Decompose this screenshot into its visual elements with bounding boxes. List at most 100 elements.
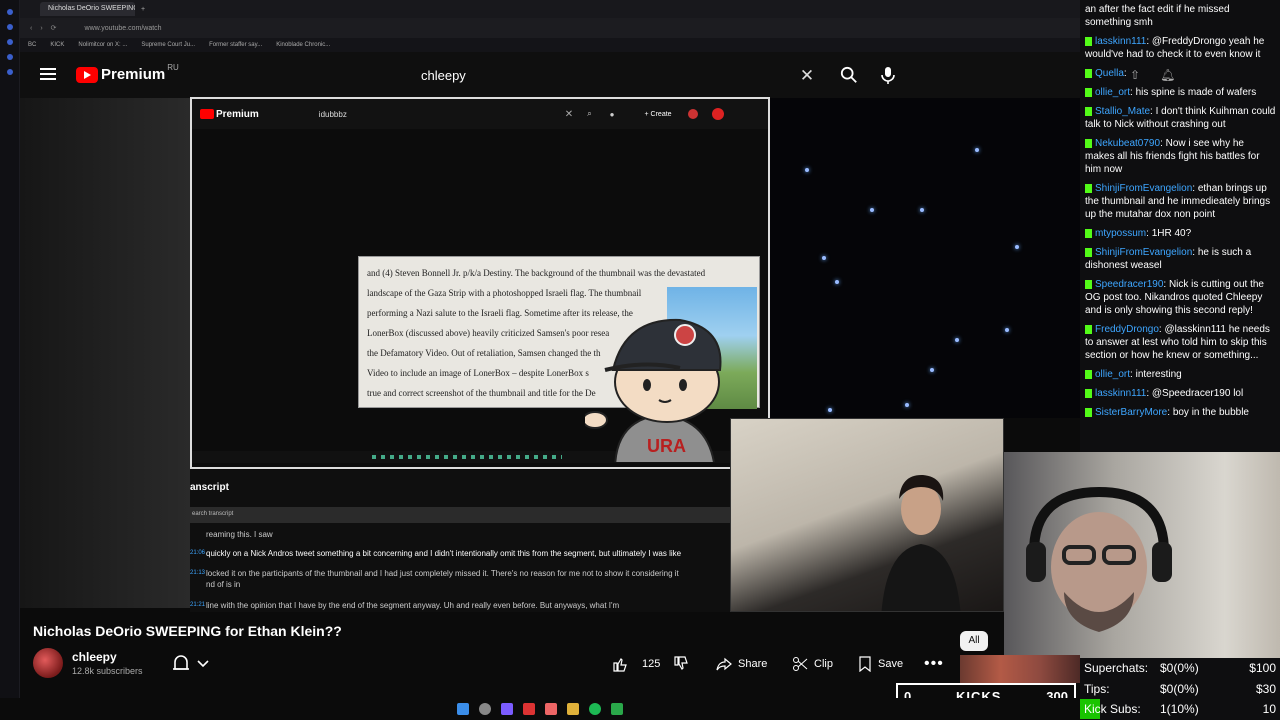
share-button[interactable]: Share [716,651,767,677]
bell-icon[interactable]: 🔔︎ [1160,68,1195,82]
transcript-text: locked it on the participants of the thu… [206,569,679,578]
chat-username[interactable]: SisterBarryMore [1095,407,1167,418]
chat-message: Stallio_Mate: I don't think Kuihman coul… [1085,106,1276,130]
transcript-search-input[interactable]: earch transcript [190,507,730,523]
transcript-row[interactable]: 21:21 line with the opinion that I have … [190,600,730,611]
sidebar-dot-icon[interactable] [6,24,13,30]
dislike-button[interactable] [673,651,689,677]
chat-message: ShinjiFromEvangelion: ethan brings up th… [1085,183,1271,220]
transcript-row[interactable]: 21:13 locked it on the participants of t… [190,568,730,579]
sidebar-dot-icon[interactable] [6,69,13,75]
youtube-header: Premium RU chleepy ✕ [20,52,1080,98]
bookmarks-bar: BC KICK Nolimitcor on X: ... Supreme Cou… [20,38,1080,52]
chat-username[interactable]: ShinjiFromEvangelion [1095,183,1192,194]
inner-search-text: idubbbz [318,109,347,119]
save-button[interactable]: Save [858,651,903,677]
inner-youtube-logo: Premium [200,109,259,120]
kick-badge-icon [1085,228,1092,238]
chat-username[interactable]: FreddyDrongo [1095,324,1159,335]
kick-badge-icon [1085,106,1092,116]
chat-username[interactable]: Nekubeat0790 [1095,138,1160,149]
stat-name: Kick Subs: [1084,702,1141,716]
search-icon[interactable] [840,66,858,84]
bookmark-item[interactable]: Nolimitcor on X: ... [78,42,127,48]
discord-icon[interactable] [501,703,513,715]
opera-icon[interactable] [523,703,535,715]
like-button[interactable]: 125 [612,651,660,677]
clear-icon[interactable]: ✕ [794,66,820,86]
channel-avatar[interactable] [33,648,63,678]
spotify-icon[interactable] [589,703,601,715]
bookmark-item[interactable]: Kinoblade Chronic... [276,42,330,48]
bookmark-icon [859,656,871,672]
chat-username[interactable]: Quella [1095,68,1124,79]
transcript-timestamp: 21:21 [190,602,206,608]
chat-text: his spine is made of wafers [1135,87,1257,98]
mic-icon[interactable] [877,64,899,86]
save-label: Save [878,658,904,670]
kick-badge-icon [1085,36,1092,46]
kick-badge-icon [1085,324,1092,334]
menu-icon[interactable] [40,68,56,80]
search-box[interactable]: chleepy ✕ [415,62,820,89]
chat-username[interactable]: ollie_ort [1095,369,1130,380]
bookmark-item[interactable]: KICK [50,42,64,48]
inner-bell-icon [687,109,698,119]
logo-word: Premium [101,66,166,83]
transcript-text: nd of is in [206,580,241,589]
subscribe-bell-button[interactable] [168,651,218,675]
bookmark-item[interactable]: BC [28,42,36,48]
kick-badge-icon [1085,87,1092,97]
more-icon: ••• [924,655,944,672]
more-actions-button[interactable]: ••• [924,651,944,677]
start-icon[interactable] [457,703,469,715]
stat-value: 1(10%) [1160,702,1199,716]
url-field[interactable]: www.youtube.com/watch [85,25,162,32]
app-icon[interactable] [545,703,557,715]
sidebar-dot-icon[interactable] [6,54,13,60]
chat-username[interactable]: ShinjiFromEvangelion [1095,247,1192,258]
starfield-overlay [770,98,1080,418]
chat-username[interactable]: Speedracer190 [1095,279,1163,290]
chat-username[interactable]: Stallio_Mate [1095,106,1150,117]
chat-username[interactable]: ollie_ort [1095,87,1130,98]
transcript-timestamp: 21:06 [190,550,206,556]
sidebar-dot-icon[interactable] [6,9,13,15]
donation-stats: Superchats: $0(0%) $100 Tips: $0(0%) $30… [1080,658,1280,720]
nav-arrows-icon[interactable]: ‹›⟳ [30,24,65,32]
kick-badge-icon [1085,247,1092,257]
chat-text: 1HR 40? [1151,228,1192,239]
transcript-timestamp [190,579,206,590]
webcam-streamer [1004,452,1280,658]
transcript-row[interactable]: 21:06 quickly on a Nick Andros tweet som… [190,548,730,559]
bookmark-item[interactable]: Supreme Court Ju... [141,42,195,48]
search-taskbar-icon[interactable] [479,703,491,715]
xbox-icon[interactable] [611,703,623,715]
transcript-panel: anscript earch transcript reaming this. … [190,470,730,612]
folder-icon[interactable] [567,703,579,715]
sidebar-dot-icon[interactable] [6,39,13,45]
chat-message: lasskinn111: @Speedracer190 lol [1085,387,1276,400]
transcript-text: reaming this. I saw [206,530,273,539]
doc-line: and (4) Steven Bonnell Jr. p/k/a Destiny… [367,268,706,278]
browser-tab[interactable]: Nicholas DeOrio SWEEPING [40,2,135,16]
kick-badge-icon [1085,138,1092,148]
clip-button[interactable]: Clip [792,651,833,677]
clip-label: Clip [814,658,833,670]
chat-username[interactable]: lasskinn111 [1095,388,1146,399]
transcript-row[interactable]: reaming this. I saw [190,529,730,540]
chat-username[interactable]: lasskinn111 [1095,36,1146,47]
chat-username[interactable]: mtypossum [1095,228,1146,239]
transcript-row[interactable]: nd of is in [190,579,730,590]
upload-icon[interactable]: ⇧ [1130,68,1160,82]
new-tab-icon[interactable]: + [141,6,145,13]
stat-row: Kick Subs: 1(10%) 10 [1080,699,1280,719]
search-input[interactable]: chleepy [415,68,794,83]
guest-person-image [881,474,961,611]
youtube-logo[interactable]: Premium RU [76,63,179,83]
bookmark-item[interactable]: Former staffer say... [209,42,262,48]
channel-name[interactable]: chleepy [72,650,117,664]
transcript-timestamp [190,529,206,540]
chat-message: mtypossum: 1HR 40? [1085,227,1276,240]
chip-all[interactable]: All [960,631,988,651]
